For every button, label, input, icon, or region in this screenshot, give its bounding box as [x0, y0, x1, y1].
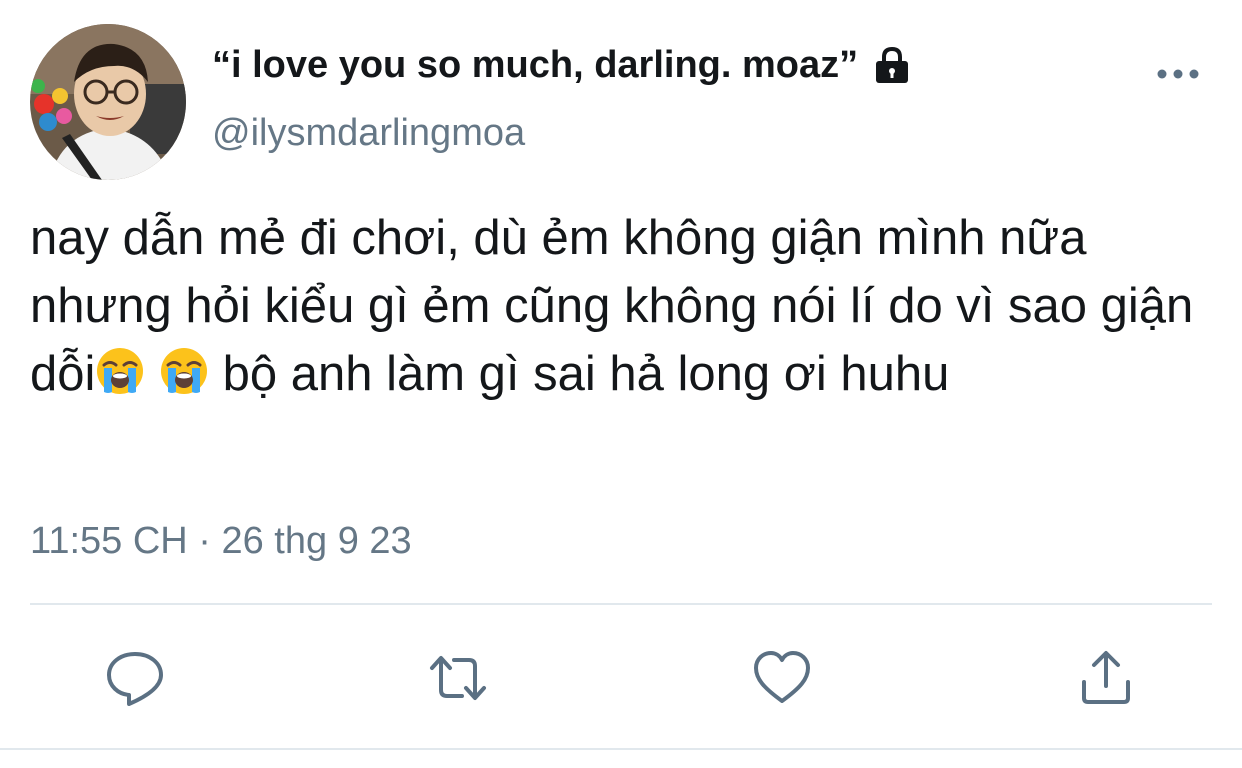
- heart-icon: [754, 651, 810, 703]
- display-name[interactable]: “i love you so much, darling. moaz”: [212, 44, 912, 87]
- lock-icon: [872, 46, 912, 86]
- more-dots-icon[interactable]: [1154, 62, 1202, 86]
- reply-button[interactable]: [105, 648, 165, 708]
- timestamp[interactable]: 11:55 CH · 26 thg 9 23: [30, 520, 412, 563]
- retweet-icon: [430, 656, 486, 700]
- retweet-button[interactable]: [428, 648, 488, 708]
- reply-icon: [107, 652, 163, 706]
- loudly-crying-face-icon: [159, 346, 209, 396]
- user-handle[interactable]: @ilysmdarlingmoa: [212, 112, 525, 155]
- avatar[interactable]: [30, 24, 186, 180]
- tweet-text: nay dẫn mẻ đi chơi, dù ẻm không giận mìn…: [30, 204, 1230, 408]
- tweet-text-part-2: bộ anh làm gì sai hả long ơi huhu: [209, 347, 950, 401]
- share-button[interactable]: [1076, 648, 1136, 708]
- loudly-crying-face-icon: [95, 346, 145, 396]
- divider: [30, 603, 1212, 605]
- display-name-text: “i love you so much, darling. moaz”: [212, 44, 859, 86]
- divider: [0, 748, 1242, 750]
- share-icon: [1082, 651, 1130, 704]
- like-button[interactable]: [752, 648, 812, 708]
- tweet-card: “i love you so much, darling. moaz” @ily…: [0, 0, 1242, 768]
